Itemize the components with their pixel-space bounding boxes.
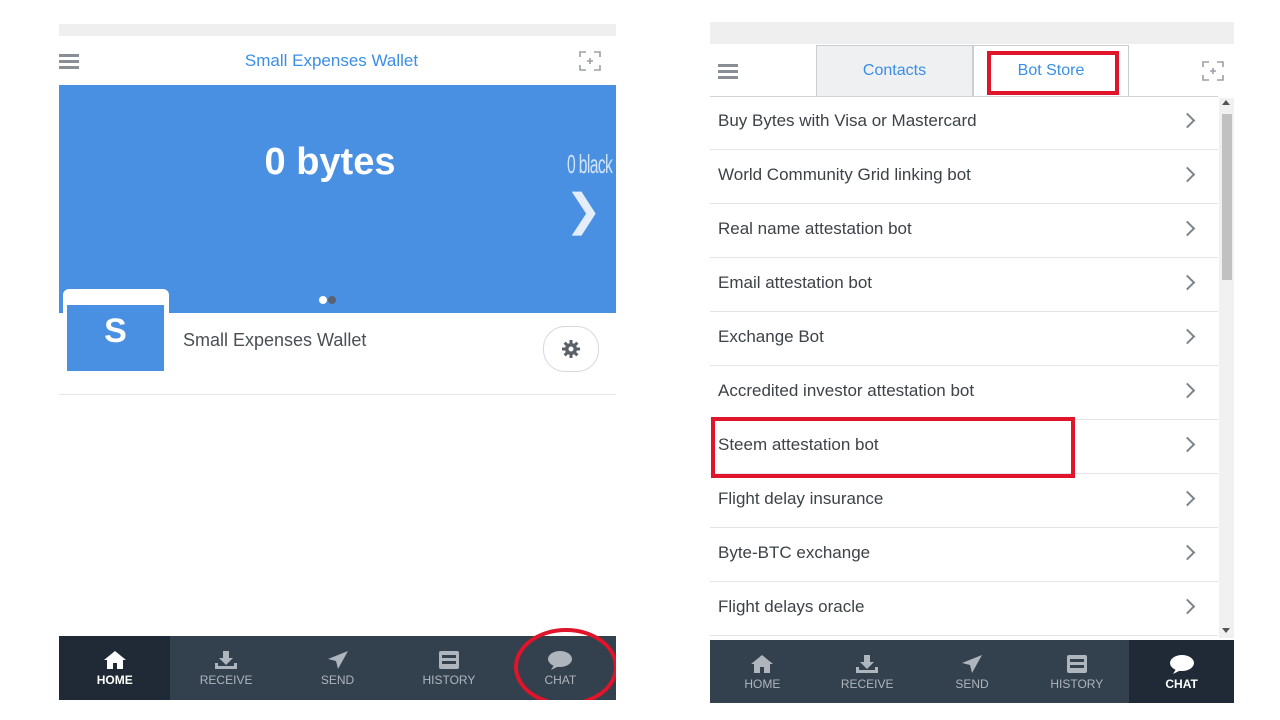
nav-label: RECEIVE bbox=[199, 673, 253, 687]
list-item[interactable]: Email attestation bot bbox=[710, 258, 1218, 312]
nav-label: HOME bbox=[744, 677, 781, 691]
bot-label: Flight delay insurance bbox=[718, 489, 884, 508]
scroll-down-arrow-icon[interactable] bbox=[1222, 628, 1230, 633]
nav-send[interactable]: SEND bbox=[282, 636, 393, 700]
scan-qr-icon[interactable] bbox=[579, 51, 601, 71]
steem-bot-highlight-box bbox=[711, 417, 1075, 478]
chevron-right-icon bbox=[1179, 112, 1196, 129]
nav-label: CHAT bbox=[1165, 677, 1198, 691]
menu-icon[interactable] bbox=[718, 64, 738, 80]
scrollbar-thumb[interactable] bbox=[1222, 114, 1232, 280]
secondary-balance: 0 black bbox=[567, 149, 613, 179]
list-item[interactable]: Flight delay insurance bbox=[710, 474, 1218, 528]
chevron-right-icon bbox=[1179, 220, 1196, 237]
nav-label: HISTORY bbox=[422, 673, 476, 687]
list-item[interactable]: Flight delays oracle bbox=[710, 582, 1218, 636]
send-icon bbox=[961, 655, 982, 673]
tab-contacts[interactable]: Contacts bbox=[816, 45, 973, 97]
list-item[interactable]: Real name attestation bot bbox=[710, 204, 1218, 258]
bottom-nav: HOME RECEIVE SEND HISTORY CHAT bbox=[710, 640, 1234, 703]
chat-bot-store-screen: Contacts Bot Store Buy Bytes with Visa o… bbox=[710, 22, 1234, 703]
bot-list: Buy Bytes with Visa or Mastercard World … bbox=[710, 96, 1218, 636]
bot-label: Exchange Bot bbox=[718, 327, 824, 346]
status-strip bbox=[710, 22, 1234, 44]
chevron-right-icon bbox=[1179, 382, 1196, 399]
chevron-right-icon[interactable]: ❯ bbox=[565, 185, 602, 236]
bot-store-highlight-box bbox=[987, 51, 1119, 95]
history-icon bbox=[438, 651, 459, 669]
list-item[interactable]: Buy Bytes with Visa or Mastercard bbox=[710, 96, 1218, 150]
divider bbox=[59, 394, 616, 395]
chevron-right-icon bbox=[1179, 166, 1196, 183]
carousel-dots bbox=[319, 291, 337, 309]
history-icon bbox=[1066, 655, 1087, 673]
bot-label: Byte-BTC exchange bbox=[718, 543, 871, 562]
chevron-right-icon bbox=[1179, 328, 1196, 345]
avatar: S bbox=[67, 305, 164, 371]
wallet-avatar-card: S bbox=[63, 289, 169, 373]
scroll-up-arrow-icon[interactable] bbox=[1222, 100, 1230, 105]
nav-label: HOME bbox=[96, 673, 133, 687]
scan-qr-icon[interactable] bbox=[1202, 61, 1224, 81]
list-item[interactable]: Exchange Bot bbox=[710, 312, 1218, 366]
bot-label: World Community Grid linking bot bbox=[718, 165, 971, 184]
nav-label: RECEIVE bbox=[840, 677, 894, 691]
bot-label: Flight delays oracle bbox=[718, 597, 865, 616]
nav-label: SEND bbox=[320, 673, 355, 687]
home-icon bbox=[103, 651, 126, 669]
list-item[interactable]: Byte-BTC exchange bbox=[710, 528, 1218, 582]
balance-panel[interactable]: 0 bytes 0 black ❯ bbox=[59, 85, 616, 313]
nav-chat[interactable]: CHAT bbox=[1129, 640, 1234, 703]
chevron-right-icon bbox=[1179, 544, 1196, 561]
chat-highlight-circle bbox=[514, 628, 616, 700]
home-icon bbox=[751, 655, 774, 673]
nav-history[interactable]: HISTORY bbox=[393, 636, 504, 700]
status-strip bbox=[59, 24, 616, 36]
nav-home[interactable]: HOME bbox=[710, 640, 815, 703]
nav-receive[interactable]: RECEIVE bbox=[170, 636, 281, 700]
nav-send[interactable]: SEND bbox=[920, 640, 1025, 703]
dot-inactive bbox=[328, 296, 336, 304]
chevron-right-icon bbox=[1179, 490, 1196, 507]
wallet-title: Small Expenses Wallet bbox=[244, 51, 419, 70]
nav-receive[interactable]: RECEIVE bbox=[815, 640, 920, 703]
bot-label: Buy Bytes with Visa or Mastercard bbox=[718, 111, 977, 130]
chevron-right-icon bbox=[1179, 274, 1196, 291]
nav-label: SEND bbox=[955, 677, 989, 691]
gear-icon bbox=[562, 340, 580, 358]
balance-amount: 0 bytes bbox=[264, 141, 396, 183]
bot-label: Accredited investor attestation bot bbox=[718, 381, 975, 400]
wallet-settings-button[interactable] bbox=[543, 326, 599, 372]
nav-home[interactable]: HOME bbox=[59, 636, 171, 700]
receive-icon bbox=[215, 651, 238, 669]
nav-label: HISTORY bbox=[1050, 677, 1104, 691]
bot-label: Real name attestation bot bbox=[718, 219, 912, 238]
receive-icon bbox=[856, 655, 879, 673]
wallet-home-screen: Small Expenses Wallet 0 bytes 0 black ❯ … bbox=[59, 24, 616, 700]
send-icon bbox=[327, 651, 348, 669]
wallet-name: Small Expenses Wallet bbox=[183, 330, 367, 350]
list-item[interactable]: Accredited investor attestation bot bbox=[710, 366, 1218, 420]
dot-active bbox=[319, 296, 327, 304]
nav-history[interactable]: HISTORY bbox=[1024, 640, 1129, 703]
bot-label: Email attestation bot bbox=[718, 273, 873, 292]
chevron-right-icon bbox=[1179, 436, 1196, 453]
chat-icon bbox=[1169, 655, 1194, 674]
chevron-right-icon bbox=[1179, 598, 1196, 615]
list-item[interactable]: World Community Grid linking bot bbox=[710, 150, 1218, 204]
